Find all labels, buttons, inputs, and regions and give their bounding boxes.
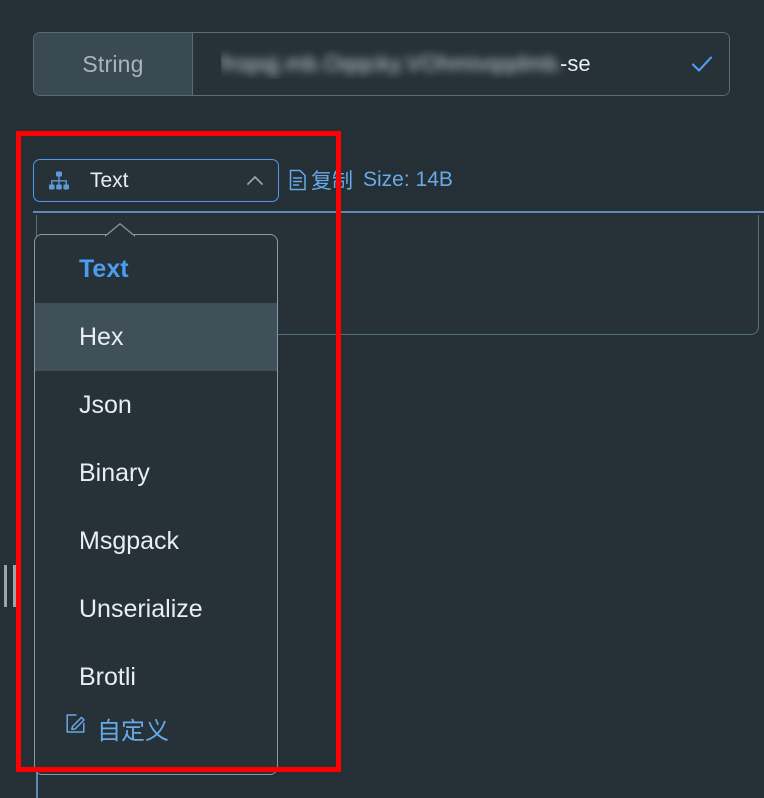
dropdown-item-label: Unserialize (79, 594, 203, 623)
dropdown-item-label: 自定义 (97, 718, 169, 745)
dropdown-item-label: Brotli (79, 662, 136, 691)
drag-handle-bar (13, 565, 16, 607)
string-value-redacted: fropqj.mb.Oqqcky.VOhmivqqdmb. (221, 51, 564, 76)
string-field-row: String fropqj.mb.Oqqcky.VOhmivqqdmb.-se (33, 32, 730, 96)
string-type-label: String (34, 33, 193, 95)
sitemap-icon (49, 171, 69, 189)
panel-resize-handle[interactable] (4, 565, 16, 607)
copy-button-label[interactable]: 复制 (311, 165, 353, 195)
copy-size-group: 复制 Size: 14B (288, 166, 453, 194)
dropdown-item-json[interactable]: Json (35, 371, 277, 439)
dropdown-item-label: Binary (79, 458, 150, 487)
dropdown-item-label: Json (79, 390, 132, 419)
string-value-input[interactable]: fropqj.mb.Oqqcky.VOhmivqqdmb.-se (221, 49, 679, 79)
dropdown-item-label: Text (79, 254, 129, 283)
format-selector-button[interactable]: Text (33, 159, 279, 202)
string-value-container[interactable]: fropqj.mb.Oqqcky.VOhmivqqdmb.-se (193, 33, 729, 95)
dropdown-item-binary[interactable]: Binary (35, 439, 277, 507)
dropdown-item-text[interactable]: Text (35, 235, 277, 303)
edit-square-icon (66, 714, 85, 733)
dropdown-caret-icon (105, 223, 135, 237)
section-separator (33, 211, 764, 213)
result-panel-text (92, 215, 98, 236)
dropdown-item-label: Msgpack (79, 526, 180, 555)
size-label: Size: 14B (363, 168, 453, 191)
format-dropdown-menu[interactable]: Text Hex Json Binary Msgpack Unserialize… (34, 234, 278, 775)
app-root: String fropqj.mb.Oqqcky.VOhmivqqdmb.-se … (0, 0, 764, 798)
dropdown-item-label: Hex (79, 322, 124, 351)
dropdown-item-msgpack[interactable]: Msgpack (35, 507, 277, 575)
dropdown-item-custom[interactable]: 自定义 (35, 711, 277, 767)
chevron-up-icon[interactable] (244, 170, 266, 192)
drag-handle-bar (4, 565, 7, 607)
dropdown-item-unserialize[interactable]: Unserialize (35, 575, 277, 643)
check-icon[interactable] (689, 51, 715, 77)
string-value-tail: -se (560, 51, 591, 76)
format-selector-label: Text (90, 168, 129, 192)
dropdown-item-brotli[interactable]: Brotli (35, 643, 277, 711)
dropdown-item-hex[interactable]: Hex (35, 303, 277, 371)
copy-document-icon[interactable] (288, 169, 308, 191)
